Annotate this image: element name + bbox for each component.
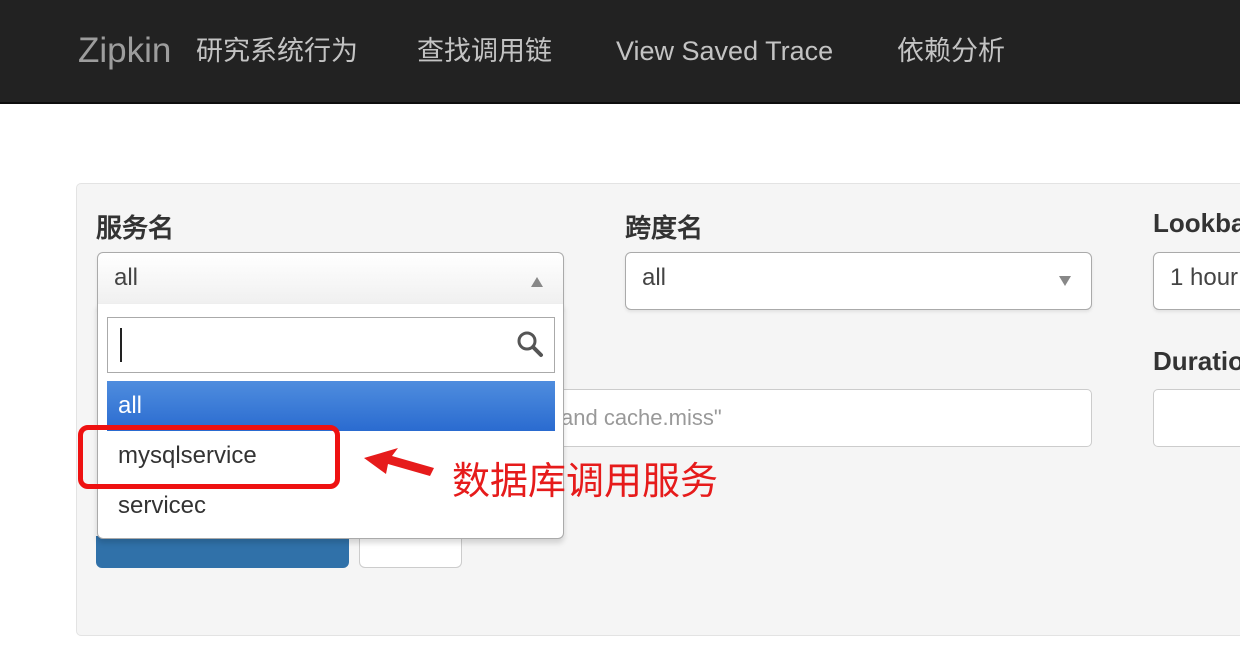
find-traces-button[interactable] (96, 536, 349, 568)
dropdown-option-all[interactable]: all (107, 381, 555, 431)
brand-logo[interactable]: Zipkin (78, 0, 171, 102)
duration-label: Duratio (1153, 346, 1240, 376)
service-name-label: 服务名 (96, 213, 175, 243)
top-navbar: Zipkin 研究系统行为 查找调用链 View Saved Trace 依赖分… (0, 0, 1240, 104)
nav-item-explore[interactable]: 研究系统行为 (196, 0, 358, 102)
secondary-button[interactable] (359, 536, 462, 568)
lookback-select[interactable]: 1 hour (1153, 252, 1240, 310)
annotation-label: 数据库调用服务 (452, 461, 719, 503)
nav-item-dependencies[interactable]: 依赖分析 (897, 0, 1005, 102)
search-icon (517, 331, 543, 357)
span-name-label: 跨度名 (625, 213, 704, 243)
nav-item-view-saved-trace[interactable]: View Saved Trace (616, 0, 833, 102)
lookback-select-value: 1 hour (1170, 264, 1239, 291)
span-select-value: all (642, 264, 667, 291)
service-select-value: all (114, 264, 139, 291)
lookback-label: Lookba (1153, 208, 1240, 238)
annotation-query-input[interactable]: and cache.miss" (550, 389, 1092, 447)
duration-input[interactable] (1153, 389, 1240, 447)
chevron-down-icon (1059, 276, 1071, 286)
chevron-up-icon (531, 276, 543, 287)
nav-item-find-trace[interactable]: 查找调用链 (417, 0, 552, 102)
annotation-query-placeholder: and cache.miss" (561, 405, 722, 430)
span-name-select[interactable]: all (625, 252, 1092, 310)
text-cursor (120, 328, 122, 362)
arrow-left-icon (364, 448, 434, 476)
service-name-select[interactable]: all (97, 252, 564, 310)
dropdown-search-input[interactable] (107, 317, 555, 373)
